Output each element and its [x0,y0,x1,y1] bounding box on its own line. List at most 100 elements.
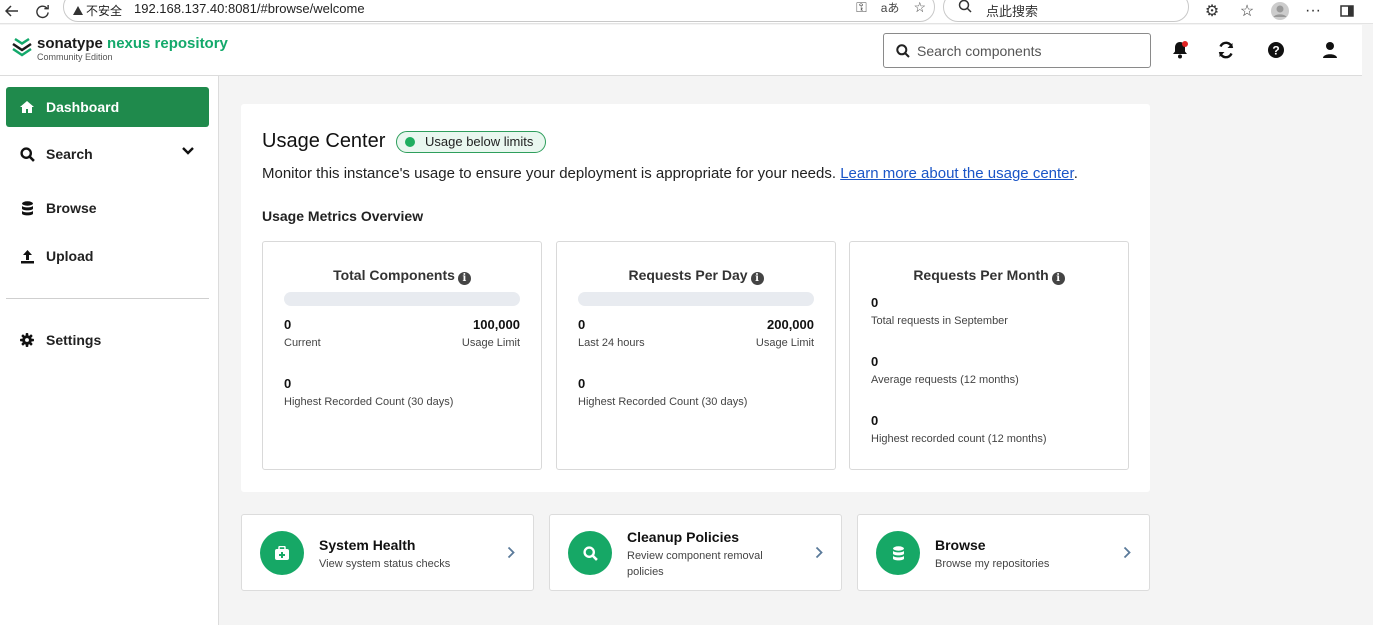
current-value: 0 [578,317,586,332]
refresh-icon[interactable] [1216,40,1236,60]
sidebar-item-upload[interactable]: Upload [6,236,209,276]
card-title-text: Requests Per Month [913,267,1049,283]
page-title: Usage Center [262,130,386,152]
brand-product: nexus repository [107,35,228,52]
browser-search-box[interactable]: 点此搜索 [943,0,1189,22]
highest-value: 0 [284,376,292,391]
average-requests-label: Average requests (12 months) [871,374,1019,386]
sidebar: Dashboard Search Browse Upload Settings [0,76,219,625]
sonatype-logo-icon [12,37,32,57]
limit-value: 100,000 [473,317,520,332]
sidebar-item-search[interactable]: Search [6,134,209,174]
status-badge: Usage below limits [396,131,547,153]
home-icon [18,98,36,116]
address-bar[interactable]: 不安全 192.168.137.40:8081/#browse/welcome … [63,0,935,22]
card-title: Requests Per Day i [557,267,835,285]
info-icon[interactable]: i [457,272,471,285]
sidebar-item-label: Settings [46,332,102,348]
highest-monthly-value: 0 [871,413,879,428]
reload-icon[interactable] [32,1,52,21]
user-account-icon[interactable] [1320,40,1340,60]
card-description: View system status checks [319,558,451,570]
limit-label: Usage Limit [755,337,814,349]
database-icon [876,531,920,575]
limit-label: Usage Limit [461,337,520,349]
back-icon[interactable] [2,1,22,21]
sidebar-item-browse[interactable]: Browse [6,188,209,228]
gear-icon [18,331,36,349]
usage-description: Monitor this instance's usage to ensure … [262,165,1078,182]
favorites-icon[interactable]: ☆ [1237,1,1257,21]
highest-label: Highest Recorded Count (30 days) [578,396,748,408]
edition-label: Community Edition [37,52,113,62]
browse-card[interactable]: Browse Browse my repositories [857,514,1150,591]
app-header: sonatype nexus repository Community Edit… [0,25,1362,76]
current-value: 0 [284,317,292,332]
metrics-overview-heading: Usage Metrics Overview [262,208,424,224]
chevron-down-icon[interactable] [181,146,195,156]
usage-center-panel: Usage Center Usage below limits Monitor … [241,104,1150,492]
help-icon[interactable]: ? [1266,40,1286,60]
requests-per-month-card: Requests Per Month i 0 Total requests in … [849,241,1129,470]
status-badge-label: Usage below limits [425,134,534,149]
search-icon [896,44,910,58]
browser-search-text: 点此搜索 [986,4,1039,19]
logo[interactable]: sonatype nexus repository Community Edit… [11,36,228,62]
more-icon[interactable]: ··· [1303,1,1323,21]
current-label: Current [284,337,321,349]
card-title: Requests Per Month i [850,267,1128,285]
sidebar-divider [6,298,209,299]
database-icon [18,199,36,217]
usage-description-text: Monitor this instance's usage to ensure … [262,165,841,182]
card-description: Review component removal policies [627,550,763,578]
info-icon[interactable]: i [1051,272,1065,285]
sidebar-item-dashboard[interactable]: Dashboard [6,87,209,127]
browser-toolbar: 不安全 192.168.137.40:8081/#browse/welcome … [0,0,1373,24]
current-label: Last 24 hours [578,337,645,349]
chevron-right-icon [815,546,823,559]
notification-bell-icon[interactable] [1170,40,1190,60]
highest-value: 0 [578,376,586,391]
sidebar-item-settings[interactable]: Settings [6,320,209,360]
sidebar-item-label: Search [46,146,93,162]
svg-text:?: ? [1272,44,1279,58]
search-icon [18,145,36,163]
sidebar-item-label: Upload [46,248,94,264]
card-title: Total Components i [263,267,541,285]
search-icon [958,0,972,13]
status-dot-icon [405,137,415,147]
usage-progress-bar [284,292,520,306]
highest-monthly-label: Highest recorded count (12 months) [871,433,1047,445]
learn-more-link[interactable]: Learn more about the usage center [840,165,1074,182]
highest-label: Highest Recorded Count (30 days) [284,396,454,408]
brand-main: sonatype [37,35,103,52]
brand-title: sonatype nexus repository [37,36,228,52]
warning-icon [73,6,83,15]
security-warning[interactable]: 不安全 [73,2,122,19]
card-description: Browse my repositories [935,558,1050,570]
search-components-input[interactable]: Search components [883,33,1151,68]
cleanup-policies-card[interactable]: Cleanup Policies Review component remova… [549,514,842,591]
star-icon[interactable]: ☆ [913,0,926,16]
chevron-right-icon [507,546,515,559]
total-components-card: Total Components i 0 Current 100,000 Usag… [262,241,542,470]
card-title: System Health [319,537,416,553]
system-health-card[interactable]: System Health View system status checks [241,514,534,591]
security-label: 不安全 [86,4,123,18]
profile-avatar-icon[interactable] [1270,1,1290,21]
info-icon[interactable]: i [750,272,764,285]
monthly-total-value: 0 [871,295,879,310]
search-placeholder: Search components [917,43,1042,59]
address-icons: ⚿ aあ ☆ [856,0,926,16]
url-text[interactable]: 192.168.137.40:8081/#browse/welcome [134,1,365,16]
sidebar-toggle-icon[interactable] [1337,1,1357,21]
usage-description-suffix: . [1073,165,1078,182]
key-icon[interactable]: ⚿ [856,0,867,16]
card-title: Cleanup Policies [627,529,740,545]
extensions-icon[interactable]: ⚙ [1202,1,1222,21]
monthly-total-label: Total requests in September [871,315,1008,327]
card-title-text: Total Components [333,267,455,283]
translate-icon[interactable]: aあ [881,0,900,16]
card-title-text: Requests Per Day [628,267,748,283]
limit-value: 200,000 [767,317,814,332]
